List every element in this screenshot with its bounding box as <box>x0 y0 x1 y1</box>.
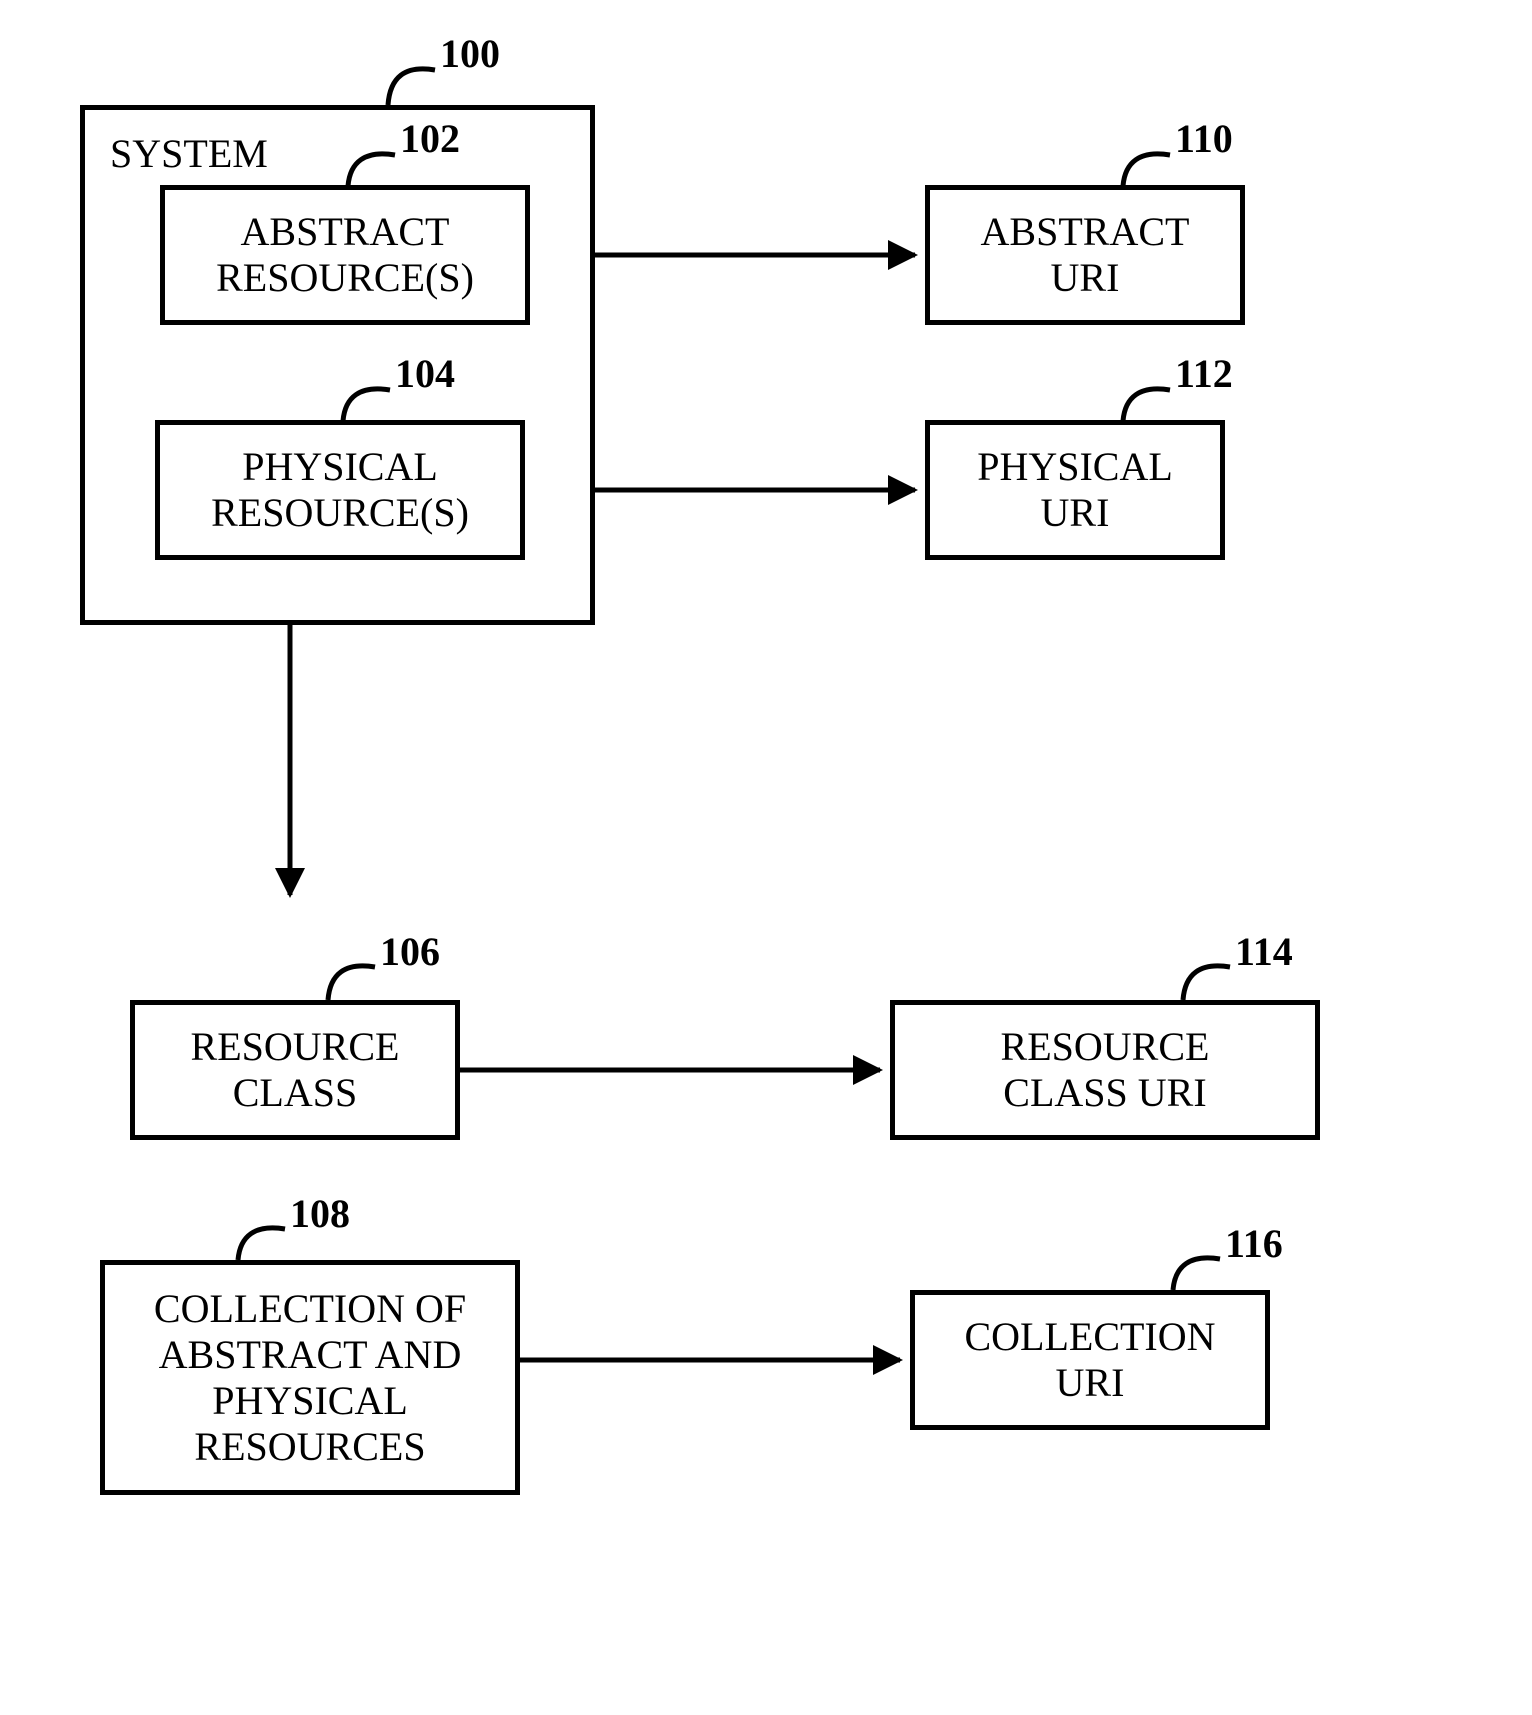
callout-108 <box>230 1224 285 1264</box>
resource-class-box: RESOURCECLASS <box>130 1000 460 1140</box>
physical-uri-box: PHYSICALURI <box>925 420 1225 560</box>
diagram-canvas: SYSTEM ABSTRACTRESOURCE(S) PHYSICALRESOU… <box>0 0 1532 1715</box>
callout-116 <box>1165 1254 1220 1294</box>
abstract-uri-box: ABSTRACTURI <box>925 185 1245 325</box>
callout-110 <box>1115 150 1170 190</box>
collection-box: COLLECTION OFABSTRACT ANDPHYSICALRESOURC… <box>100 1260 520 1495</box>
physical-resources-box: PHYSICALRESOURCE(S) <box>155 420 525 560</box>
ref-110: 110 <box>1175 115 1233 162</box>
ref-114: 114 <box>1235 928 1293 975</box>
collection-uri-box: COLLECTIONURI <box>910 1290 1270 1430</box>
arrow-abstract-to-uri <box>595 240 925 270</box>
ref-102: 102 <box>400 115 460 162</box>
ref-112: 112 <box>1175 350 1233 397</box>
ref-100: 100 <box>440 30 500 77</box>
abstract-resources-box: ABSTRACTRESOURCE(S) <box>160 185 530 325</box>
ref-116: 116 <box>1225 1220 1283 1267</box>
physical-resources-text: PHYSICALRESOURCE(S) <box>211 444 469 536</box>
callout-112 <box>1115 385 1170 425</box>
system-label: SYSTEM <box>110 130 268 177</box>
arrow-system-to-resource-class <box>275 625 305 905</box>
ref-106: 106 <box>380 928 440 975</box>
abstract-resources-text: ABSTRACTRESOURCE(S) <box>216 209 474 301</box>
arrow-resource-class-to-uri <box>460 1055 890 1085</box>
arrow-collection-to-uri <box>520 1345 910 1375</box>
collection-text: COLLECTION OFABSTRACT ANDPHYSICALRESOURC… <box>154 1286 466 1470</box>
collection-uri-text: COLLECTIONURI <box>964 1314 1215 1406</box>
callout-100 <box>380 65 435 110</box>
physical-uri-text: PHYSICALURI <box>977 444 1173 536</box>
ref-108: 108 <box>290 1190 350 1237</box>
abstract-uri-text: ABSTRACTURI <box>981 209 1190 301</box>
arrow-physical-to-uri <box>595 475 925 505</box>
resource-class-uri-box: RESOURCECLASS URI <box>890 1000 1320 1140</box>
resource-class-uri-text: RESOURCECLASS URI <box>1001 1024 1210 1116</box>
resource-class-text: RESOURCECLASS <box>191 1024 400 1116</box>
callout-114 <box>1175 962 1230 1004</box>
ref-104: 104 <box>395 350 455 397</box>
callout-106 <box>320 962 375 1004</box>
